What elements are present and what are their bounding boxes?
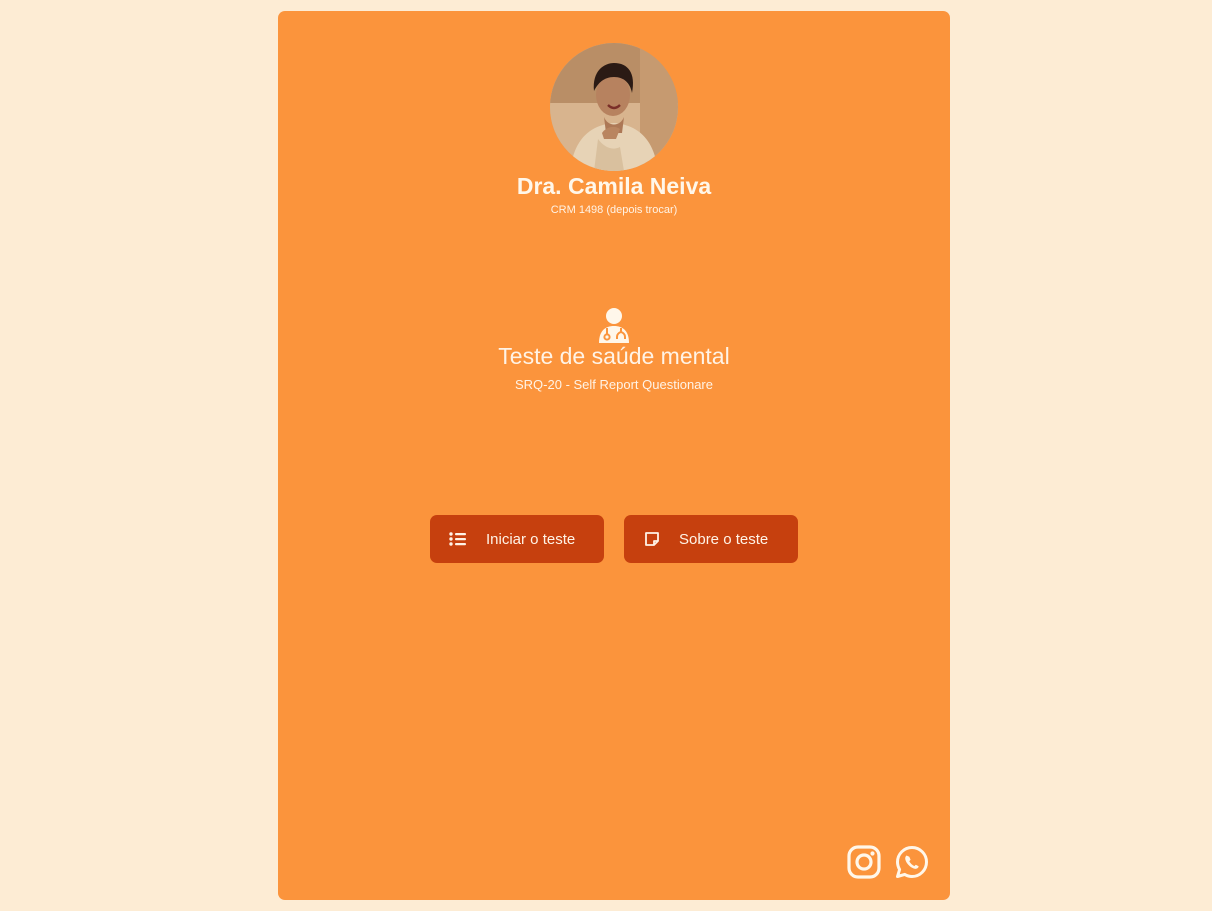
instagram-icon[interactable] bbox=[847, 845, 881, 879]
about-test-label: Sobre o teste bbox=[679, 530, 769, 548]
avatar bbox=[550, 43, 678, 171]
start-test-label: Iniciar o teste bbox=[486, 530, 576, 548]
note-icon bbox=[642, 529, 662, 549]
profile-card: Dra. Camila Neiva CRM 1498 (depois troca… bbox=[278, 11, 950, 900]
start-test-button[interactable]: Iniciar o teste bbox=[430, 515, 604, 563]
avatar-photo bbox=[550, 43, 678, 171]
doctor-icon bbox=[596, 307, 632, 343]
whatsapp-icon[interactable] bbox=[895, 845, 929, 879]
doctor-name: Dra. Camila Neiva bbox=[516, 173, 712, 199]
test-subtitle: SRQ-20 - Self Report Questionare bbox=[515, 377, 713, 392]
doctor-crm: CRM 1498 (depois trocar) bbox=[550, 204, 678, 216]
about-test-button[interactable]: Sobre o teste bbox=[624, 515, 798, 563]
list-icon bbox=[448, 529, 468, 549]
test-title: Teste de saúde mental bbox=[498, 343, 730, 369]
